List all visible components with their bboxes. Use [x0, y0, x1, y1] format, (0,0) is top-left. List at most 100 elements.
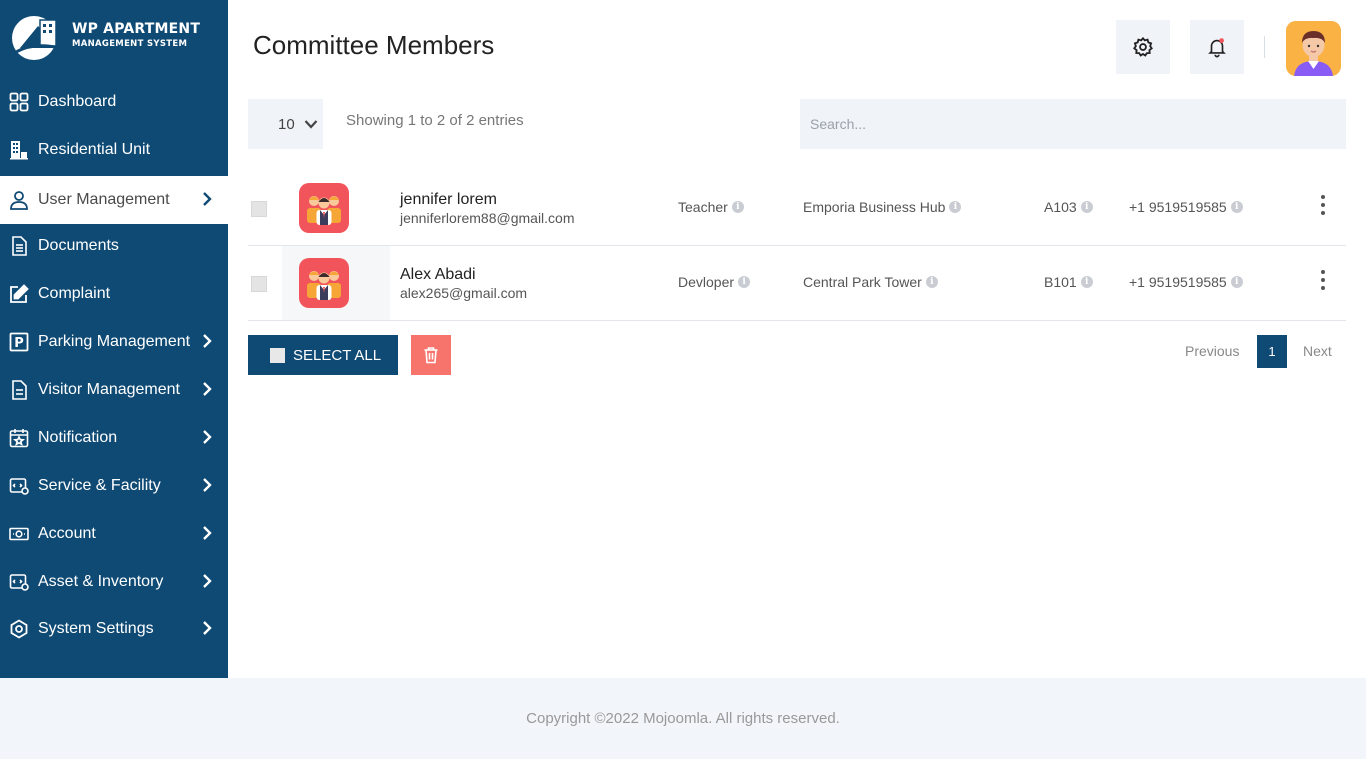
apartment-logo-icon [12, 16, 61, 60]
member-phone: +1 9519519585 i [1129, 274, 1243, 290]
sidebar-item-system-settings[interactable]: System Settings [0, 605, 228, 653]
user-icon [8, 189, 30, 211]
info-icon[interactable]: i [925, 276, 938, 288]
sidebar-item-label: Visitor Management [38, 381, 180, 398]
phone-value: +1 9519519585 [1129, 274, 1227, 290]
chevron-right-icon [203, 621, 212, 635]
member-name[interactable]: Alex Abadi [400, 266, 476, 284]
info-icon[interactable]: i [949, 201, 962, 213]
chevron-right-icon [203, 478, 212, 492]
sidebar-item-parking-management[interactable]: P Parking Management [0, 318, 228, 366]
sidebar-item-label: Account [38, 525, 96, 542]
sidebar-item-dashboard[interactable]: Dashboard [0, 78, 228, 126]
sidebar-item-label: System Settings [38, 620, 154, 637]
unit-value: B101 [1044, 274, 1077, 290]
sidebar-item-asset-inventory[interactable]: Asset & Inventory [0, 558, 228, 606]
sidebar-item-label: Parking Management [38, 333, 191, 350]
sidebar-item-visitor-management[interactable]: Visitor Management [0, 366, 228, 414]
select-all-label: SELECT ALL [293, 346, 382, 364]
brand-logo[interactable]: WP APARTMENT MANAGEMENT SYSTEM [10, 12, 220, 62]
member-unit: A103 i [1044, 199, 1093, 215]
info-icon[interactable]: i [1080, 276, 1093, 288]
brand-line1: WP APARTMENT [72, 21, 201, 37]
sidebar-item-label: Documents [38, 237, 119, 254]
sidebar-item-label: Residential Unit [38, 141, 151, 158]
select-all-button[interactable]: SELECT ALL [248, 335, 398, 375]
gear-icon [1133, 36, 1153, 57]
chevron-right-icon [203, 192, 212, 206]
row-actions-kebab-icon[interactable] [1320, 270, 1326, 294]
user-avatar[interactable] [1286, 21, 1341, 76]
row-actions-kebab-icon[interactable] [1320, 195, 1326, 219]
sidebar-item-label: Notification [38, 429, 118, 446]
occupation-value: Teacher [678, 199, 728, 215]
parking-icon: P [8, 331, 30, 353]
occupation-value: Devloper [678, 274, 735, 290]
document-icon [8, 235, 30, 257]
member-email: alex265@gmail.com [400, 285, 528, 301]
chevron-right-icon [203, 526, 212, 540]
brand-line2: MANAGEMENT SYSTEM [72, 39, 188, 49]
money-icon [8, 523, 30, 545]
asset-icon [8, 571, 30, 593]
row-checkbox[interactable] [251, 201, 267, 217]
sidebar: WP APARTMENT MANAGEMENT SYSTEM Dashboard… [0, 0, 228, 678]
settings-button[interactable] [1116, 20, 1170, 74]
sidebar-item-label: Asset & Inventory [38, 573, 164, 590]
member-occupation: Devloper i [678, 274, 751, 290]
sidebar-item-user-management[interactable]: User Management [0, 176, 228, 224]
row-checkbox[interactable] [251, 276, 267, 292]
header-divider [1264, 36, 1265, 58]
sidebar-item-service-facility[interactable]: Service & Facility [0, 462, 228, 510]
table-row: jennifer lorem jenniferlorem88@gmail.com… [248, 171, 1346, 246]
info-icon[interactable]: i [1230, 276, 1243, 288]
svg-text:P: P [14, 336, 24, 351]
info-icon[interactable]: i [1080, 201, 1093, 213]
chevron-right-icon [203, 574, 212, 588]
trash-icon [424, 347, 438, 364]
chevron-right-icon [203, 430, 212, 444]
select-all-checkbox[interactable] [270, 347, 285, 363]
sidebar-item-label: Complaint [38, 285, 111, 302]
sidebar-item-account[interactable]: Account [0, 510, 228, 558]
sidebar-item-label: Dashboard [38, 93, 117, 110]
building-value: Central Park Tower [803, 274, 922, 290]
sidebar-item-notification[interactable]: Notification [0, 414, 228, 462]
chevron-right-icon [203, 334, 212, 348]
committee-member-icon [299, 258, 349, 308]
delete-selected-button[interactable] [411, 335, 451, 375]
member-building: Emporia Business Hub i [803, 199, 962, 215]
pagination-next[interactable]: Next [1303, 343, 1332, 359]
notifications-button[interactable] [1190, 20, 1244, 74]
footer: Copyright ©2022 Mojoomla. All rights res… [0, 678, 1366, 759]
search-input[interactable] [800, 99, 1346, 149]
member-email: jenniferlorem88@gmail.com [400, 210, 575, 226]
edit-icon [8, 283, 30, 305]
info-icon[interactable]: i [731, 201, 744, 213]
building-icon [8, 139, 30, 161]
sidebar-item-documents[interactable]: Documents [0, 222, 228, 270]
dashboard-grid-icon [8, 91, 30, 113]
copyright-text: Copyright ©2022 Mojoomla. All rights res… [526, 710, 840, 727]
page-length-select[interactable]: 10 [248, 99, 323, 149]
settings-hex-icon [8, 618, 30, 640]
info-icon[interactable]: i [738, 276, 751, 288]
chevron-right-icon [203, 382, 212, 396]
committee-member-icon [299, 183, 349, 233]
page-length-value: 10 [278, 115, 295, 133]
user-avatar-icon [1286, 21, 1341, 76]
chevron-down-icon [304, 120, 317, 129]
info-icon[interactable]: i [1230, 201, 1243, 213]
building-value: Emporia Business Hub [803, 199, 946, 215]
sidebar-item-label: Service & Facility [38, 477, 161, 494]
sidebar-item-label: User Management [38, 191, 170, 208]
sidebar-item-residential-unit[interactable]: Residential Unit [0, 126, 228, 174]
phone-value: +1 9519519585 [1129, 199, 1227, 215]
pagination-page-current[interactable]: 1 [1257, 335, 1287, 368]
bell-icon [1208, 38, 1226, 58]
pagination-previous[interactable]: Previous [1185, 343, 1239, 359]
entries-info: Showing 1 to 2 of 2 entries [346, 112, 524, 129]
page-title: Committee Members [253, 30, 495, 60]
member-name[interactable]: jennifer lorem [400, 191, 497, 209]
sidebar-item-complaint[interactable]: Complaint [0, 270, 228, 318]
